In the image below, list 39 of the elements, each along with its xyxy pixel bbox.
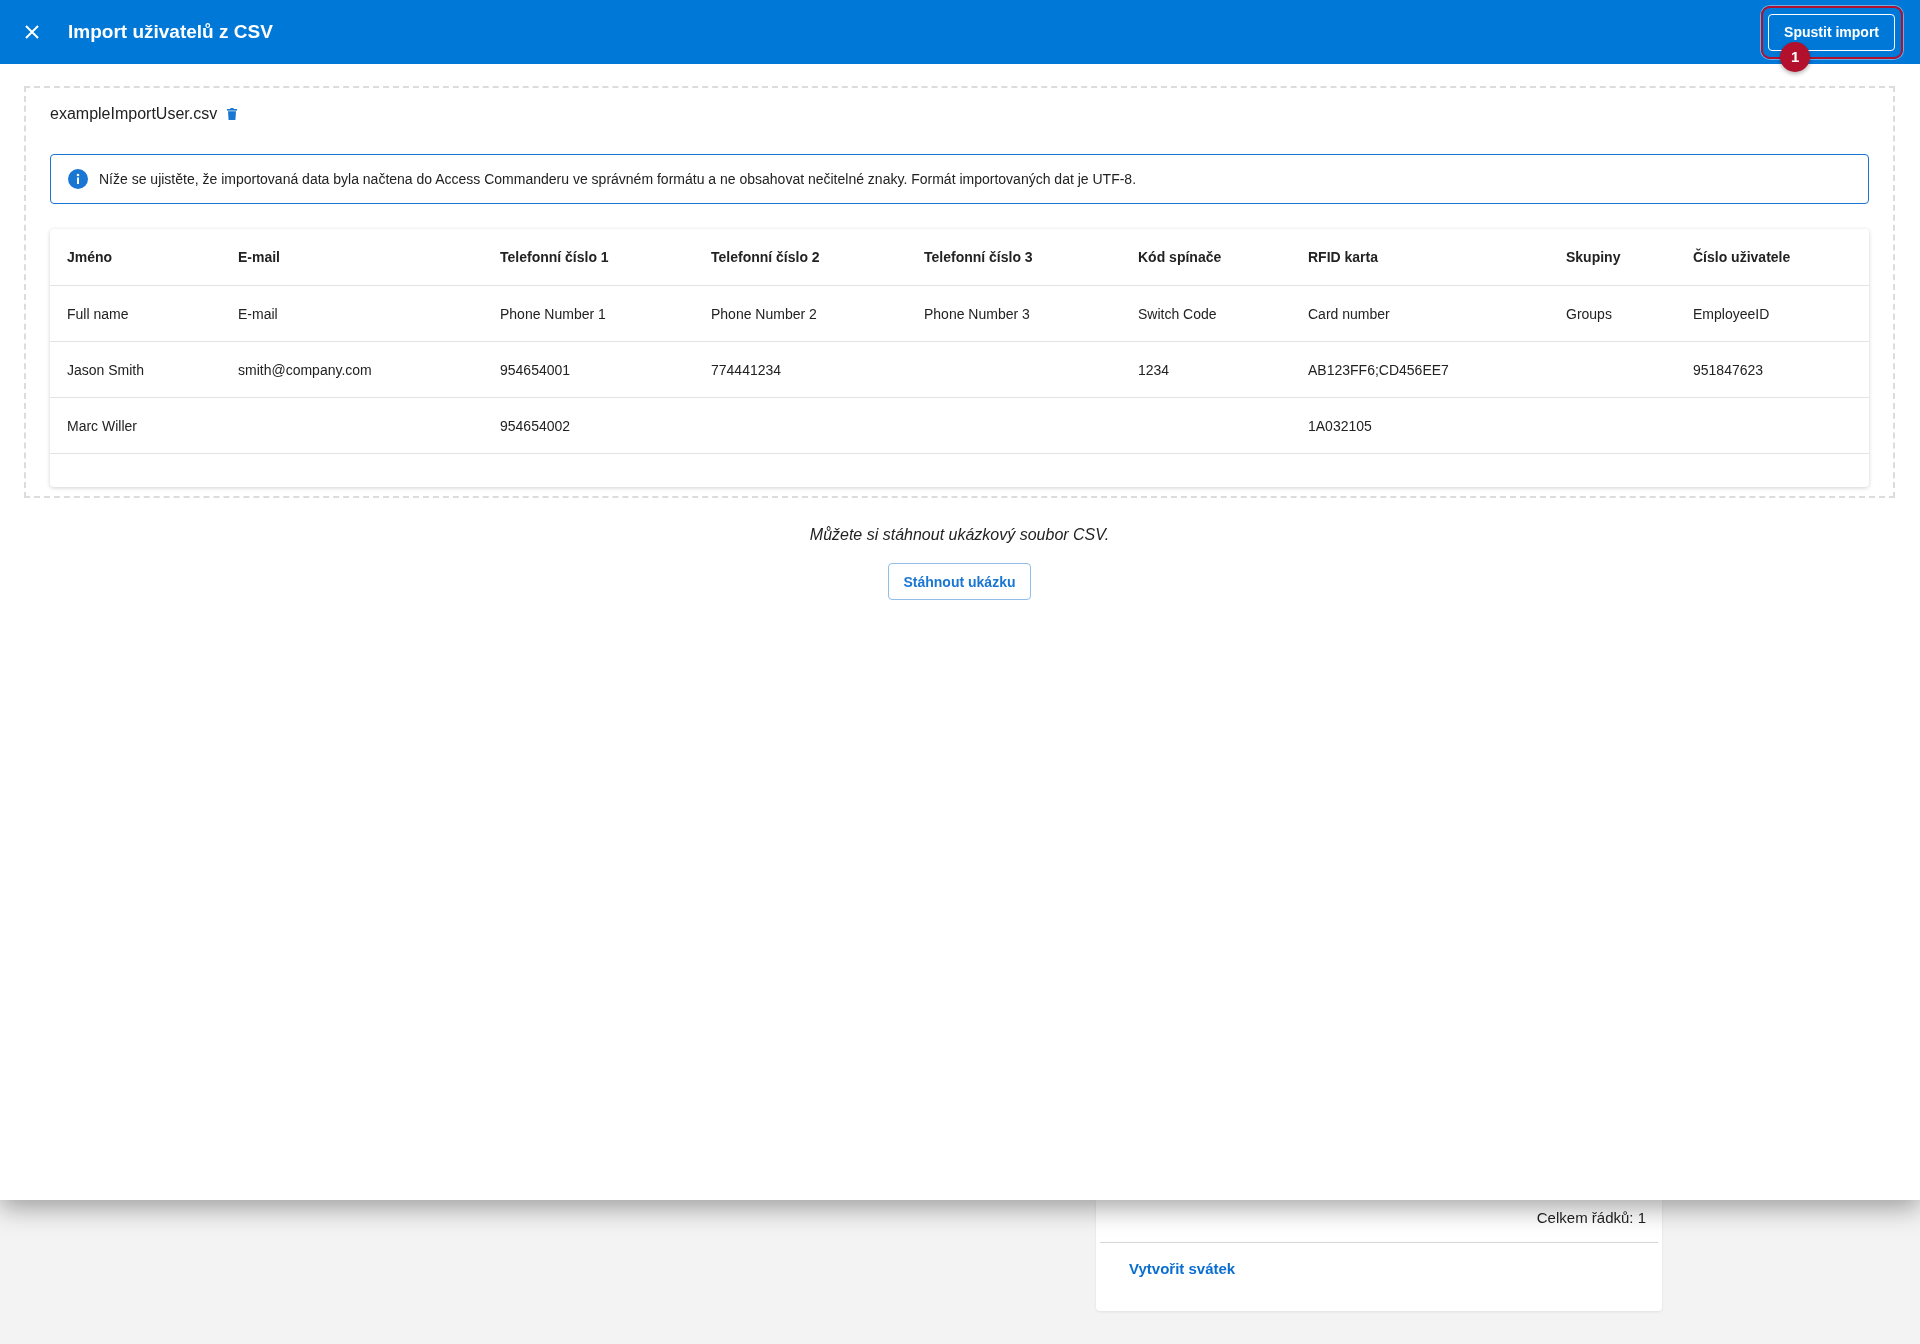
close-icon [25, 25, 39, 39]
table-cell-text: 954654002 [499, 417, 571, 434]
table-cell-text: 951847623 [1692, 361, 1764, 378]
trash-icon[interactable] [227, 108, 238, 120]
info-text: Níže se ujistěte, že importovaná data byla načtena do Access Commanderu ve správném formátu a ne obsahovat nečitelné znaky. Formát importovaných dat je UTF-8. [99, 170, 1137, 189]
table-cell-text: Phone Number 1 [499, 305, 606, 322]
table-cell-text: Phone Number 3 [923, 305, 1030, 322]
table-cell-text: 1A032105 [1307, 417, 1372, 434]
column-header: Jméno [66, 249, 113, 265]
column-header: Číslo uživatele [1692, 249, 1791, 265]
column-header: Skupiny [1565, 249, 1621, 265]
table-cell-text: Full name [66, 305, 129, 322]
table-cell-text: 954654001 [499, 361, 571, 378]
table-cell-text: AB123FF6;CD456EE7 [1307, 361, 1449, 378]
column-header: Kód spínače [1137, 249, 1222, 265]
column-header: Telefonní číslo 1 [499, 249, 609, 265]
table-cell-text: Jason Smith [66, 361, 145, 378]
table-cell-text: smith@company.com [237, 361, 372, 378]
file-name: exampleImportUser.csv [50, 105, 218, 123]
table-cell-text: Marc Willer [66, 417, 137, 434]
table-cell-text: EmployeeID [1692, 305, 1770, 322]
table-cell-text: Phone Number 2 [710, 305, 817, 322]
table-cell-text: 774441234 [710, 361, 782, 378]
column-header: Telefonní číslo 2 [710, 249, 820, 265]
table-cell-text: Card number [1307, 305, 1390, 322]
start-import-button[interactable]: Spustit import [1768, 13, 1895, 51]
total-rows-text: Celkem řádků: 1 [1536, 1208, 1646, 1228]
column-header: RFID karta [1307, 249, 1379, 265]
create-holiday-link[interactable]: Vytvořit svátek [1129, 1259, 1236, 1279]
dialog-title: Import uživatelů z CSV [68, 21, 273, 43]
table-cell-text: 1234 [1137, 361, 1170, 378]
column-header: E-mail [237, 249, 280, 265]
table-cell-text: E-mail [237, 305, 278, 322]
table-cell-text: Groups [1565, 305, 1612, 322]
column-header: Telefonní číslo 3 [923, 249, 1033, 265]
download-sample-button[interactable]: Stáhnout ukázku [888, 563, 1031, 600]
info-icon [68, 169, 88, 189]
table-cell-text: Switch Code [1137, 305, 1217, 322]
sample-hint: Můžete si stáhnout ukázkový soubor CSV. [809, 525, 1110, 545]
